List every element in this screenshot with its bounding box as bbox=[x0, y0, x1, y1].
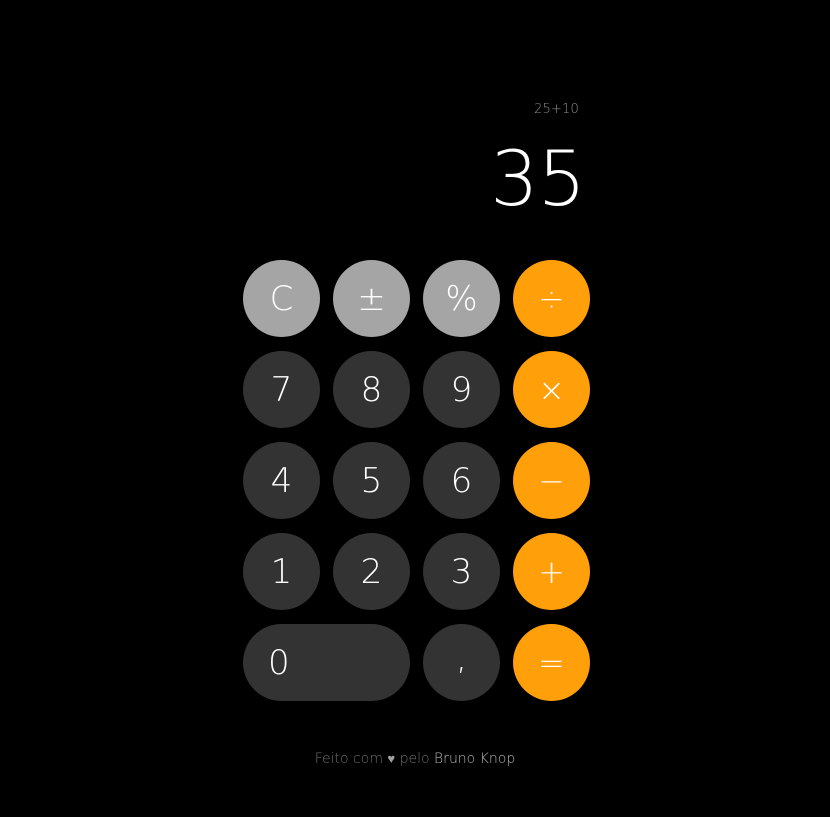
heart-icon: ♥ bbox=[387, 752, 396, 767]
keypad: C ± % ÷ 7 8 9 × 4 5 6 − 1 2 3 + 0 , = bbox=[243, 260, 590, 701]
expression-display: 25+10 bbox=[534, 102, 579, 117]
decimal-comma-button[interactable]: , bbox=[423, 624, 500, 701]
clear-button[interactable]: C bbox=[243, 260, 320, 337]
digit-6-button[interactable]: 6 bbox=[423, 442, 500, 519]
footer-middle: pelo bbox=[399, 751, 430, 767]
footer-credit: Feito com ♥ pelo Bruno Knop bbox=[0, 751, 830, 767]
digit-5-button[interactable]: 5 bbox=[333, 442, 410, 519]
digit-1-button[interactable]: 1 bbox=[243, 533, 320, 610]
percent-button[interactable]: % bbox=[423, 260, 500, 337]
digit-9-button[interactable]: 9 bbox=[423, 351, 500, 428]
display: 25+10 35 bbox=[243, 96, 590, 254]
digit-0-button[interactable]: 0 bbox=[243, 624, 410, 701]
divide-button[interactable]: ÷ bbox=[513, 260, 590, 337]
add-button[interactable]: + bbox=[513, 533, 590, 610]
digit-2-button[interactable]: 2 bbox=[333, 533, 410, 610]
digit-4-button[interactable]: 4 bbox=[243, 442, 320, 519]
footer-prefix: Feito com bbox=[314, 751, 383, 767]
digit-7-button[interactable]: 7 bbox=[243, 351, 320, 428]
calculator: 25+10 35 C ± % ÷ 7 8 9 × 4 5 6 − 1 2 3 +… bbox=[243, 96, 590, 701]
toggle-sign-button[interactable]: ± bbox=[333, 260, 410, 337]
author-link[interactable]: Bruno Knop bbox=[434, 751, 515, 767]
subtract-button[interactable]: − bbox=[513, 442, 590, 519]
multiply-button[interactable]: × bbox=[513, 351, 590, 428]
result-display: 35 bbox=[490, 134, 586, 223]
equals-button[interactable]: = bbox=[513, 624, 590, 701]
digit-3-button[interactable]: 3 bbox=[423, 533, 500, 610]
digit-8-button[interactable]: 8 bbox=[333, 351, 410, 428]
